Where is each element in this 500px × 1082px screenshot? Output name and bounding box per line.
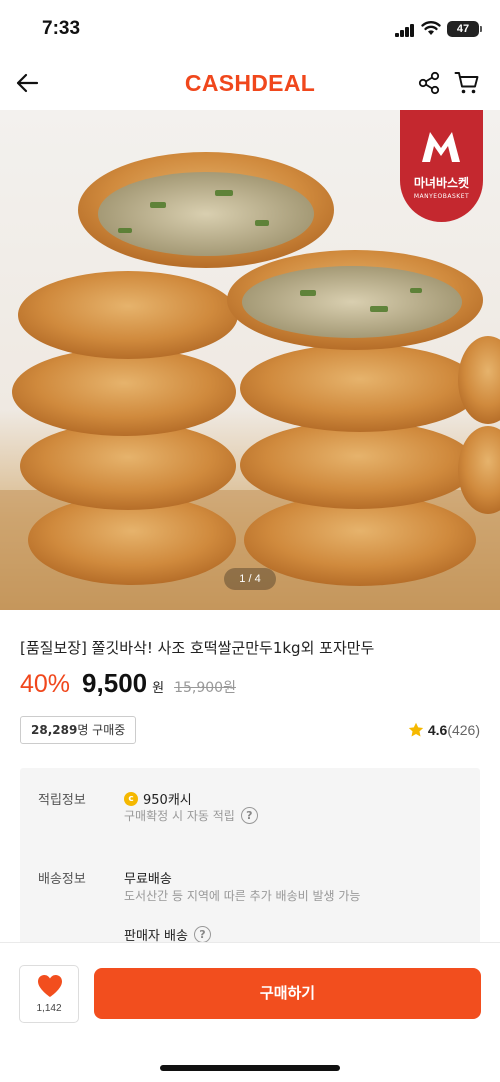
buyers-count: 28,289: [31, 723, 78, 737]
badge-subtitle: MANYEOBASKET: [413, 193, 470, 200]
buyers-text: 명 구매중: [77, 723, 126, 737]
star-icon: [408, 722, 424, 737]
currency-unit: 원: [152, 681, 165, 696]
buy-button[interactable]: 구매하기: [94, 968, 481, 1019]
battery-icon: 47: [447, 21, 479, 37]
home-indicator: [160, 1065, 340, 1071]
like-count: 1,142: [36, 1003, 62, 1014]
wifi-icon: [421, 20, 441, 36]
info-box: 적립정보 c 950캐시 구매확정 시 자동 적립 ? 배송정보 무료배송 도서…: [20, 768, 480, 948]
reward-note-row: 구매확정 시 자동 적립 ?: [124, 807, 258, 824]
rating[interactable]: 4.6 (426): [408, 720, 480, 740]
badge-name: 마녀바스켓: [413, 176, 470, 190]
app-header: CASHDEAL: [0, 58, 500, 110]
reward-note: 구매확정 시 자동 적립: [124, 809, 235, 823]
discount-rate: 40%: [20, 670, 71, 698]
brand-mark-icon: [422, 132, 460, 162]
reward-label: 적립정보: [38, 793, 86, 808]
reward-value-row: c 950캐시: [124, 789, 192, 808]
brand-badge: 마녀바스켓 MANYEOBASKET: [400, 110, 483, 222]
price-row: 40% 9,500 원 15,900원: [20, 668, 236, 700]
cart-icon: [454, 72, 479, 94]
rating-score: 4.6: [427, 722, 448, 738]
product-image[interactable]: 마녀바스켓 MANYEOBASKET 1 / 4: [0, 110, 500, 610]
product-title: [품질보장] 쫄깃바삭! 사조 호떡쌀군만두1kg외 포자만두: [20, 639, 375, 657]
heart-icon: [38, 975, 62, 997]
like-button[interactable]: 1,142: [19, 965, 79, 1023]
signal-icon: [395, 24, 415, 37]
reward-value: 950캐시: [143, 793, 192, 808]
battery-tip: [480, 26, 482, 32]
image-counter: 1 / 4: [224, 568, 276, 590]
buyers-count-chip: 28,289명 구매중: [20, 716, 137, 744]
bottom-action-bar: 1,142 구매하기: [0, 942, 500, 1082]
status-time: 7:33: [42, 18, 81, 39]
shipping-note: 도서산간 등 지역에 따른 추가 배송비 발생 가능: [124, 889, 361, 903]
cash-coin-icon: c: [124, 791, 138, 806]
status-bar: 7:33 47: [0, 0, 500, 58]
cart-button[interactable]: [450, 66, 484, 100]
rating-count: (426): [447, 722, 480, 738]
help-icon[interactable]: ?: [193, 926, 211, 943]
share-button[interactable]: [412, 66, 446, 100]
shipping-label: 배송정보: [38, 872, 86, 887]
original-price: 15,900원: [174, 680, 236, 696]
sale-price: 9,500: [82, 668, 148, 698]
shipping-value: 무료배송: [124, 872, 172, 887]
help-icon[interactable]: ?: [240, 807, 258, 824]
share-icon: [418, 71, 440, 95]
